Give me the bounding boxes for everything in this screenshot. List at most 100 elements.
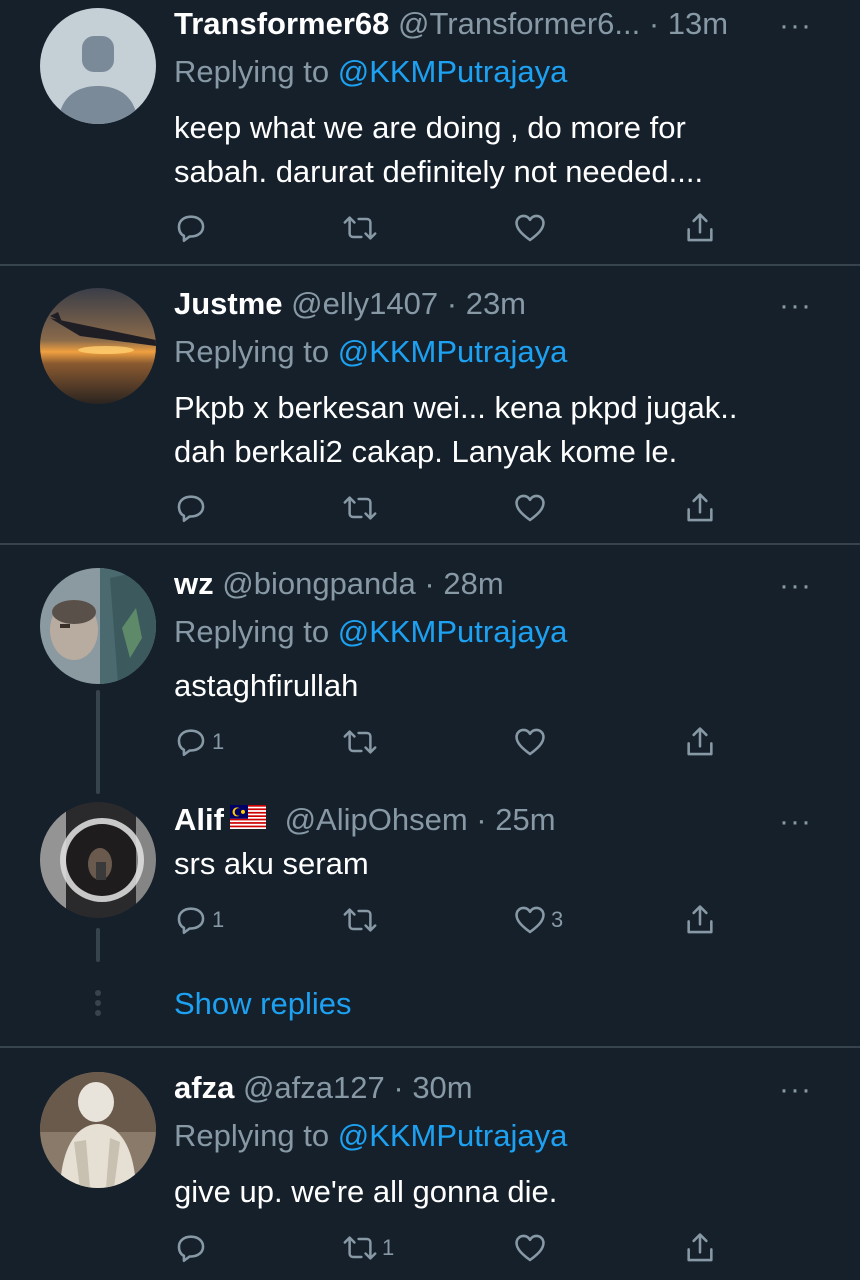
reply-button[interactable]: 1: [174, 900, 224, 940]
mention-link[interactable]: @KKMPutrajaya: [338, 614, 568, 649]
share-icon: [687, 727, 713, 756]
like-button[interactable]: [513, 1228, 551, 1268]
share-button[interactable]: [683, 1228, 717, 1268]
timestamp[interactable]: 13m: [668, 6, 728, 41]
timestamp[interactable]: 28m: [443, 566, 503, 601]
more-options-icon[interactable]: ···: [779, 1075, 812, 1105]
username-handle[interactable]: @afza127: [243, 1070, 385, 1105]
thread-more-dots-icon: [93, 990, 103, 1020]
avatar[interactable]: [40, 802, 156, 918]
retweet-icon: [343, 730, 377, 754]
username-handle[interactable]: @elly1407: [291, 286, 438, 321]
reply-icon: [177, 495, 205, 523]
reply-icon: [177, 1235, 205, 1263]
thread-connector: [96, 690, 100, 794]
replying-to-label: Replying to: [174, 334, 338, 369]
tweet-header: afza @afza127 · 30m: [174, 1068, 473, 1108]
mention-link[interactable]: @KKMPutrajaya: [338, 1118, 568, 1153]
reply-count: 1: [212, 907, 225, 932]
timestamp[interactable]: 30m: [412, 1070, 472, 1105]
replying-to: Replying to @KKMPutrajaya: [174, 332, 567, 372]
reply-button[interactable]: [174, 208, 212, 248]
heart-icon: [515, 1234, 545, 1262]
display-name[interactable]: afza: [174, 1070, 234, 1105]
mention-link[interactable]: @KKMPutrajaya: [338, 334, 568, 369]
like-button[interactable]: [513, 722, 551, 762]
display-name[interactable]: wz: [174, 566, 214, 601]
retweet-button[interactable]: [342, 208, 382, 248]
reply-icon: [177, 215, 205, 243]
tweet-text: srs aku seram: [174, 846, 369, 881]
reply-button[interactable]: [174, 1228, 212, 1268]
timestamp[interactable]: 25m: [495, 802, 555, 837]
retweet-icon: [343, 496, 377, 520]
separator-dot: ·: [648, 6, 660, 41]
username-handle[interactable]: @AlipOhsem: [285, 802, 468, 837]
avatar[interactable]: [40, 1072, 156, 1188]
replying-to: Replying to @KKMPutrajaya: [174, 612, 567, 652]
timestamp[interactable]: 23m: [466, 286, 526, 321]
share-button[interactable]: [683, 722, 717, 762]
reply-button[interactable]: [174, 488, 212, 528]
avatar[interactable]: [40, 8, 156, 124]
display-name[interactable]: Justme: [174, 286, 283, 321]
mention-link[interactable]: @KKMPutrajaya: [338, 54, 568, 89]
username-handle[interactable]: @biongpanda: [222, 566, 416, 601]
like-button[interactable]: 3: [513, 900, 563, 940]
retweet-button[interactable]: [342, 900, 382, 940]
more-options-icon[interactable]: ···: [779, 11, 812, 41]
tweet-divider: [0, 1046, 860, 1048]
more-options-icon[interactable]: ···: [779, 571, 812, 601]
retweet-button[interactable]: [342, 722, 382, 762]
share-button[interactable]: [683, 900, 717, 940]
retweet-button[interactable]: [342, 488, 382, 528]
separator-dot: ·: [446, 286, 458, 321]
replying-to: Replying to @KKMPutrajaya: [174, 1116, 567, 1156]
separator-dot: ·: [424, 566, 435, 601]
tweet-text: keep what we are doing , do more for sab…: [174, 110, 704, 189]
reply-count: 1: [212, 729, 225, 754]
share-icon: [687, 905, 713, 934]
more-options-icon[interactable]: ···: [779, 291, 812, 321]
tweet-header: Transformer68 @Transformer6... · 13m: [174, 4, 728, 44]
display-name[interactable]: Alif: [174, 802, 224, 837]
malaysia-flag-icon: [229, 799, 266, 839]
username-handle[interactable]: @Transformer6...: [398, 6, 640, 41]
tweet-header: Justme @elly1407 · 23m: [174, 284, 526, 324]
reply-icon: [177, 729, 205, 757]
share-icon: [687, 493, 713, 522]
replying-to-label: Replying to: [174, 614, 338, 649]
show-replies-link[interactable]: Show replies: [174, 984, 351, 1024]
separator-dot: ·: [393, 1070, 404, 1105]
retweet-icon: [343, 216, 377, 240]
like-button[interactable]: [513, 488, 551, 528]
avatar[interactable]: [40, 568, 156, 684]
reply-icon: [177, 907, 205, 935]
share-icon: [687, 1233, 713, 1262]
like-count: 3: [551, 907, 564, 932]
retweet-button[interactable]: 1: [342, 1228, 394, 1268]
separator-dot: ·: [476, 802, 487, 837]
share-button[interactable]: [683, 488, 717, 528]
display-name[interactable]: Transformer68: [174, 6, 389, 41]
retweet-icon: [343, 1236, 377, 1260]
share-icon: [687, 213, 713, 242]
tweet-text: astaghfirullah: [174, 668, 359, 703]
heart-icon: [515, 728, 545, 756]
tweet-divider: [0, 264, 860, 266]
heart-icon: [515, 214, 545, 242]
thread-connector: [96, 928, 100, 962]
share-button[interactable]: [683, 208, 717, 248]
heart-icon: [515, 494, 545, 522]
tweet-header: Alif @AlipOhsem · 25m: [174, 800, 556, 842]
like-button[interactable]: [513, 208, 551, 248]
avatar[interactable]: [40, 288, 156, 404]
more-options-icon[interactable]: ···: [779, 807, 812, 837]
tweet-header: wz @biongpanda · 28m: [174, 564, 504, 604]
tweet-text: give up. we're all gonna die.: [174, 1174, 558, 1209]
replying-to-label: Replying to: [174, 54, 338, 89]
tweet-divider: [0, 543, 860, 545]
heart-icon: [515, 906, 545, 934]
reply-button[interactable]: 1: [174, 722, 224, 762]
retweet-count: 1: [382, 1235, 395, 1260]
